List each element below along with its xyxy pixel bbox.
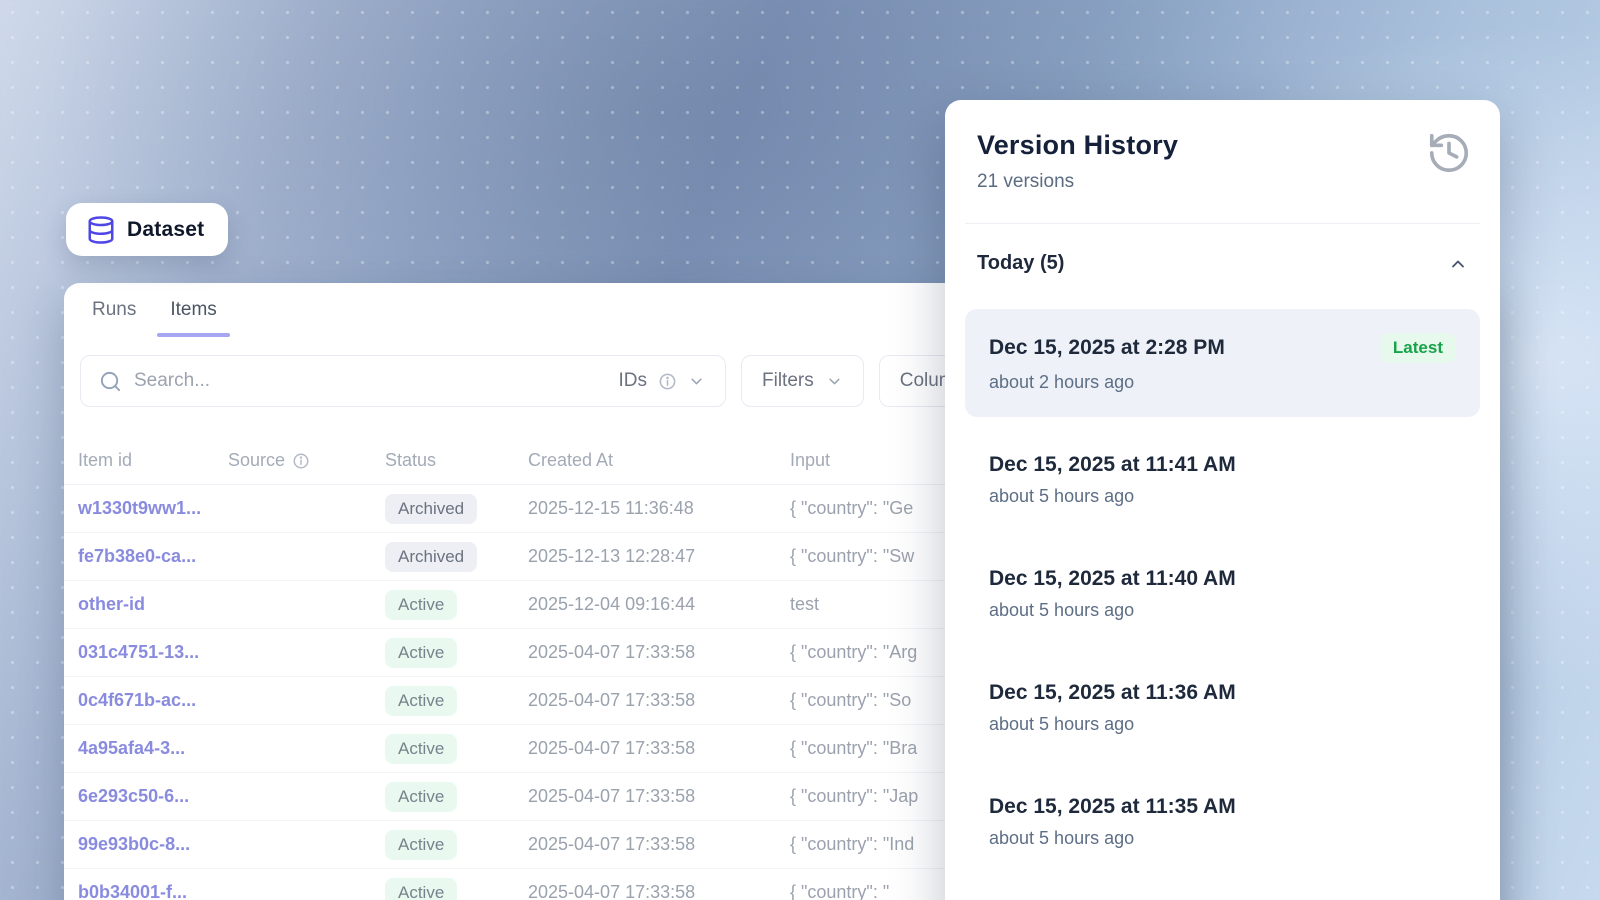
chevron-up-icon[interactable] (1448, 254, 1468, 274)
version-entry-title: Dec 15, 2025 at 2:28 PM (989, 336, 1225, 360)
status-badge: Active (385, 686, 457, 716)
status-badge: Active (385, 590, 457, 620)
status-badge: Active (385, 830, 457, 860)
filters-label: Filters (762, 370, 814, 392)
search-box[interactable]: IDs (80, 355, 726, 407)
chevron-down-icon (688, 373, 705, 390)
status-badge: Active (385, 734, 457, 764)
filters-button[interactable]: Filters (741, 355, 864, 407)
version-entry-ago: about 5 hours ago (989, 486, 1456, 507)
version-count: 21 versions (977, 171, 1468, 193)
item-id-link[interactable]: b0b34001-f... (78, 882, 187, 900)
version-entry[interactable]: Dec 15, 2025 at 11:35 AM about 5 hours a… (965, 771, 1480, 873)
version-entry-ago: about 2 hours ago (989, 372, 1456, 393)
version-entry-title: Dec 15, 2025 at 11:40 AM (989, 567, 1236, 591)
cell-created-at: 2025-12-15 11:36:48 (528, 498, 790, 519)
cell-created-at: 2025-04-07 17:33:58 (528, 834, 790, 855)
header-source: Source (228, 450, 385, 471)
item-id-link[interactable]: 99e93b0c-8... (78, 834, 190, 854)
dataset-badge: Dataset (66, 203, 228, 256)
version-group-label: Today (5) (977, 252, 1064, 275)
status-badge: Active (385, 782, 457, 812)
divider (965, 223, 1480, 224)
header-status: Status (385, 450, 528, 471)
item-id-link[interactable]: 031c4751-13... (78, 642, 199, 662)
search-icon (99, 370, 122, 393)
version-history-header: Version History 21 versions (965, 130, 1480, 193)
version-list: Dec 15, 2025 at 2:28 PM Latest about 2 h… (965, 309, 1480, 873)
ids-dropdown[interactable]: IDs (619, 370, 706, 392)
item-id-link[interactable]: fe7b38e0-ca... (78, 546, 196, 566)
item-id-link[interactable]: 6e293c50-6... (78, 786, 189, 806)
header-created-at: Created At (528, 450, 790, 471)
cell-created-at: 2025-04-07 17:33:58 (528, 690, 790, 711)
header-source-label: Source (228, 450, 285, 471)
info-icon (292, 452, 310, 470)
version-entry-title: Dec 15, 2025 at 11:41 AM (989, 453, 1236, 477)
cell-created-at: 2025-12-13 12:28:47 (528, 546, 790, 567)
status-badge: Active (385, 878, 457, 900)
item-id-link[interactable]: w1330t9ww1... (78, 498, 201, 518)
version-entry-ago: about 5 hours ago (989, 828, 1456, 849)
version-entry[interactable]: Dec 15, 2025 at 11:36 AM about 5 hours a… (965, 657, 1480, 759)
version-entry[interactable]: Dec 15, 2025 at 11:41 AM about 5 hours a… (965, 429, 1480, 531)
item-id-link[interactable]: other-id (78, 594, 145, 614)
version-history-panel: Version History 21 versions Today (5) De… (945, 100, 1500, 900)
item-id-link[interactable]: 0c4f671b-ac... (78, 690, 196, 710)
status-badge: Archived (385, 542, 477, 572)
history-icon (1426, 130, 1472, 176)
version-history-title: Version History (977, 130, 1468, 161)
ids-label: IDs (619, 370, 648, 392)
cell-created-at: 2025-04-07 17:33:58 (528, 642, 790, 663)
dataset-badge-label: Dataset (127, 218, 204, 242)
latest-badge: Latest (1380, 333, 1456, 363)
info-icon (658, 372, 677, 391)
version-entry-ago: about 5 hours ago (989, 714, 1456, 735)
status-badge: Active (385, 638, 457, 668)
version-entry-ago: about 5 hours ago (989, 600, 1456, 621)
database-icon (86, 215, 116, 245)
cell-created-at: 2025-12-04 09:16:44 (528, 594, 790, 615)
cell-created-at: 2025-04-07 17:33:58 (528, 786, 790, 807)
chevron-down-icon (826, 373, 843, 390)
version-entry-title: Dec 15, 2025 at 11:35 AM (989, 795, 1236, 819)
version-entry[interactable]: Dec 15, 2025 at 11:40 AM about 5 hours a… (965, 543, 1480, 645)
tab-runs[interactable]: Runs (92, 299, 136, 337)
cell-created-at: 2025-04-07 17:33:58 (528, 882, 790, 900)
version-group-today[interactable]: Today (5) (965, 252, 1480, 275)
tab-items[interactable]: Items (170, 299, 216, 337)
status-badge: Archived (385, 494, 477, 524)
version-entry-title: Dec 15, 2025 at 11:36 AM (989, 681, 1236, 705)
version-entry-latest[interactable]: Dec 15, 2025 at 2:28 PM Latest about 2 h… (965, 309, 1480, 417)
search-input[interactable] (134, 370, 619, 392)
cell-created-at: 2025-04-07 17:33:58 (528, 738, 790, 759)
header-item-id: Item id (78, 450, 228, 471)
item-id-link[interactable]: 4a95afa4-3... (78, 738, 185, 758)
